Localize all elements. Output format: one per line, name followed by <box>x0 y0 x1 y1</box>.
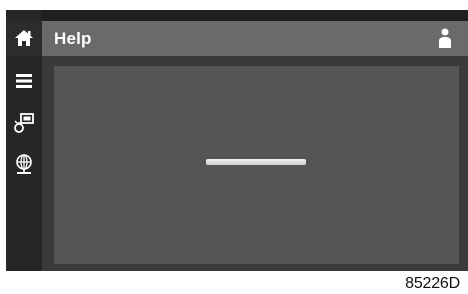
header: Help <box>42 10 468 56</box>
help-content-panel <box>54 66 459 264</box>
title-bar: Help <box>42 21 468 56</box>
display-settings-icon[interactable] <box>6 108 42 138</box>
loading-progress-bar <box>206 159 306 165</box>
network-globe-icon[interactable] <box>6 149 42 179</box>
menu-icon[interactable] <box>6 66 42 96</box>
sidebar <box>6 10 42 271</box>
hmi-screen: Help <box>6 10 468 271</box>
page-title: Help <box>54 28 92 48</box>
loading-progress-fill <box>206 159 306 165</box>
figure-label: 85226D <box>405 275 460 292</box>
user-icon[interactable] <box>438 26 452 50</box>
home-icon[interactable] <box>6 20 42 56</box>
